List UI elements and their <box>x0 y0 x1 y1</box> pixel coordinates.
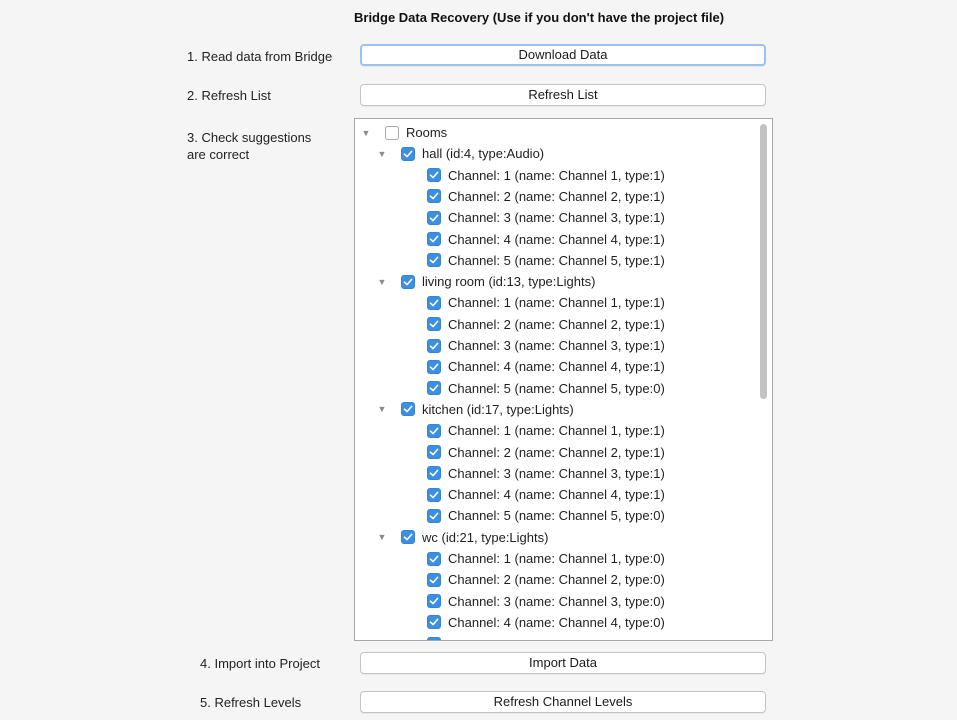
checkbox[interactable] <box>427 487 441 502</box>
expand-arrow-icon[interactable]: ▼ <box>361 128 371 138</box>
tree-item-label: Channel: 4 (name: Channel 4, type:1) <box>448 359 665 375</box>
expand-arrow-icon[interactable]: ▼ <box>377 404 387 414</box>
tree-item-label: Channel: 4 (name: Channel 4, type:1) <box>448 487 665 503</box>
tree-item-label: Rooms <box>406 125 448 140</box>
checkbox[interactable] <box>427 189 441 204</box>
tree-room-item[interactable]: ▼ wc (id:21, type:Lights) <box>377 527 549 548</box>
expand-arrow-icon[interactable]: ▼ <box>377 277 387 287</box>
step-1-label: 1. Read data from Bridge <box>187 49 333 64</box>
checkbox[interactable] <box>401 402 415 417</box>
tree-room-item[interactable]: ▼ kitchen (id:17, type:Lights) <box>377 399 574 420</box>
tree-channel-item[interactable]: Channel: 2 (name: Channel 2, type:1) <box>427 314 665 335</box>
tree-channel-item[interactable]: Channel: 5 (name: Channel 5, type:0) <box>427 505 665 526</box>
tree-item-label: hall (id:4, type:Audio) <box>422 146 545 162</box>
checkbox[interactable] <box>427 445 441 459</box>
page-title: Bridge Data Recovery (Use if you don't h… <box>354 10 725 25</box>
download-data-button[interactable]: Download Data <box>360 44 766 66</box>
tree-item-label: Channel: 1 (name: Channel 1, type:1) <box>448 295 665 311</box>
tree-channel-item[interactable]: Channel: 5 (name: Channel 5, type:1) <box>427 250 665 271</box>
tree-channel-item[interactable]: Channel: 1 (name: Channel 1, type:0) <box>427 548 665 569</box>
tree-item-label: Channel: 3 (name: Channel 3, type:1) <box>448 338 665 353</box>
tree-item-label: Channel: 4 (name: Channel 4, type:1) <box>448 231 665 247</box>
import-data-button[interactable]: Import Data <box>360 652 766 674</box>
checkbox[interactable] <box>427 508 441 523</box>
step-3-label-line1: 3. Check suggestions <box>187 130 312 145</box>
refresh-list-button[interactable]: Refresh List <box>360 84 766 106</box>
tree-room-item[interactable]: ▼ hall (id:4, type:Audio) <box>377 143 545 164</box>
tree-channel-item-partial[interactable] <box>427 633 448 640</box>
tree-channel-item[interactable]: Channel: 4 (name: Channel 4, type:1) <box>427 229 665 250</box>
tree-channel-item[interactable]: Channel: 4 (name: Channel 4, type:1) <box>427 484 665 505</box>
tree-item-label: Channel: 3 (name: Channel 3, type:1) <box>448 465 665 481</box>
checkbox[interactable] <box>427 423 441 438</box>
tree-channel-item[interactable]: Channel: 3 (name: Channel 3, type:1) <box>427 335 665 356</box>
checkbox[interactable] <box>401 530 415 545</box>
tree-channel-item[interactable]: Channel: 1 (name: Channel 1, type:1) <box>427 292 665 313</box>
step-3-label-line2: are correct <box>187 147 250 162</box>
checkbox[interactable] <box>427 168 441 183</box>
tree-item-label: Channel: 4 (name: Channel 4, type:0) <box>448 614 665 630</box>
step-2-label: 2. Refresh List <box>187 88 271 103</box>
tree-item-label: wc (id:21, type:Lights) <box>422 529 549 545</box>
checkbox[interactable] <box>427 317 441 332</box>
tree-root-rooms[interactable]: ▼ Rooms <box>361 122 448 143</box>
checkbox[interactable] <box>427 551 441 566</box>
checkbox[interactable] <box>427 594 441 609</box>
tree-channel-item[interactable]: Channel: 3 (name: Channel 3, type:1) <box>427 463 665 484</box>
step-5-label: 5. Refresh Levels <box>200 695 302 710</box>
tree-item-label: Channel: 1 (name: Channel 1, type:1) <box>448 167 665 183</box>
tree-item-label: Channel: 5 (name: Channel 5, type:0) <box>448 508 665 524</box>
checkbox[interactable] <box>401 274 415 289</box>
expand-arrow-icon[interactable]: ▼ <box>377 532 387 542</box>
checkbox[interactable] <box>427 232 441 246</box>
checkbox[interactable] <box>427 295 441 310</box>
checkbox[interactable] <box>401 146 415 161</box>
tree-item-label: Channel: 2 (name: Channel 2, type:1) <box>448 188 665 204</box>
tree-channel-item[interactable]: Channel: 3 (name: Channel 3, type:0) <box>427 591 665 612</box>
tree-channel-item[interactable]: Channel: 4 (name: Channel 4, type:0) <box>427 612 665 633</box>
tree-item-label: Channel: 2 (name: Channel 2, type:1) <box>448 444 665 460</box>
checkbox[interactable] <box>427 253 441 268</box>
refresh-channel-levels-button[interactable]: Refresh Channel Levels <box>360 691 766 713</box>
checkbox[interactable] <box>427 466 441 481</box>
expand-arrow-icon[interactable]: ▼ <box>377 149 387 159</box>
tree-channel-item[interactable]: Channel: 2 (name: Channel 2, type:1) <box>427 186 665 207</box>
tree-item-label: Channel: 5 (name: Channel 5, type:0) <box>448 380 665 396</box>
tree-channel-item[interactable]: Channel: 5 (name: Channel 5, type:0) <box>427 378 665 399</box>
tree-channel-item[interactable]: Channel: 1 (name: Channel 1, type:1) <box>427 165 665 186</box>
tree-item-label: Channel: 3 (name: Channel 3, type:0) <box>448 593 665 609</box>
tree-item-label: Channel: 2 (name: Channel 2, type:1) <box>448 316 665 332</box>
tree-channel-item[interactable]: Channel: 1 (name: Channel 1, type:1) <box>427 420 665 441</box>
tree-scrollbar[interactable] <box>760 124 767 399</box>
checkbox[interactable] <box>427 636 441 640</box>
tree-channel-item[interactable]: Channel: 4 (name: Channel 4, type:1) <box>427 356 665 377</box>
room-tree[interactable]: ▼ Rooms ▼ hall (id:4, type:Audio) Channel: 1… <box>354 118 773 641</box>
tree-channel-item[interactable]: Channel: 2 (name: Channel 2, type:1) <box>427 442 665 463</box>
checkbox[interactable] <box>427 359 441 374</box>
tree-item-label: kitchen (id:17, type:Lights) <box>422 401 574 417</box>
tree-room-item[interactable]: ▼ living room (id:13, type:Lights) <box>377 271 596 292</box>
tree-channel-item[interactable]: Channel: 3 (name: Channel 3, type:1) <box>427 207 665 228</box>
checkbox[interactable] <box>385 125 399 140</box>
tree-item-label: Channel: 3 (name: Channel 3, type:1) <box>448 210 665 226</box>
checkbox[interactable] <box>427 615 441 630</box>
checkbox[interactable] <box>427 381 441 396</box>
tree-item-label: living room (id:13, type:Lights) <box>422 274 596 290</box>
checkbox[interactable] <box>427 338 441 353</box>
checkbox[interactable] <box>427 572 441 587</box>
tree-item-label: Channel: 1 (name: Channel 1, type:0) <box>448 551 665 566</box>
tree-channel-item[interactable]: Channel: 2 (name: Channel 2, type:0) <box>427 569 665 590</box>
step-4-label: 4. Import into Project <box>200 656 320 671</box>
tree-item-label: Channel: 1 (name: Channel 1, type:1) <box>448 423 665 439</box>
tree-item-label: Channel: 2 (name: Channel 2, type:0) <box>448 572 665 588</box>
tree-item-label: Channel: 5 (name: Channel 5, type:1) <box>448 252 665 268</box>
checkbox[interactable] <box>427 210 441 225</box>
